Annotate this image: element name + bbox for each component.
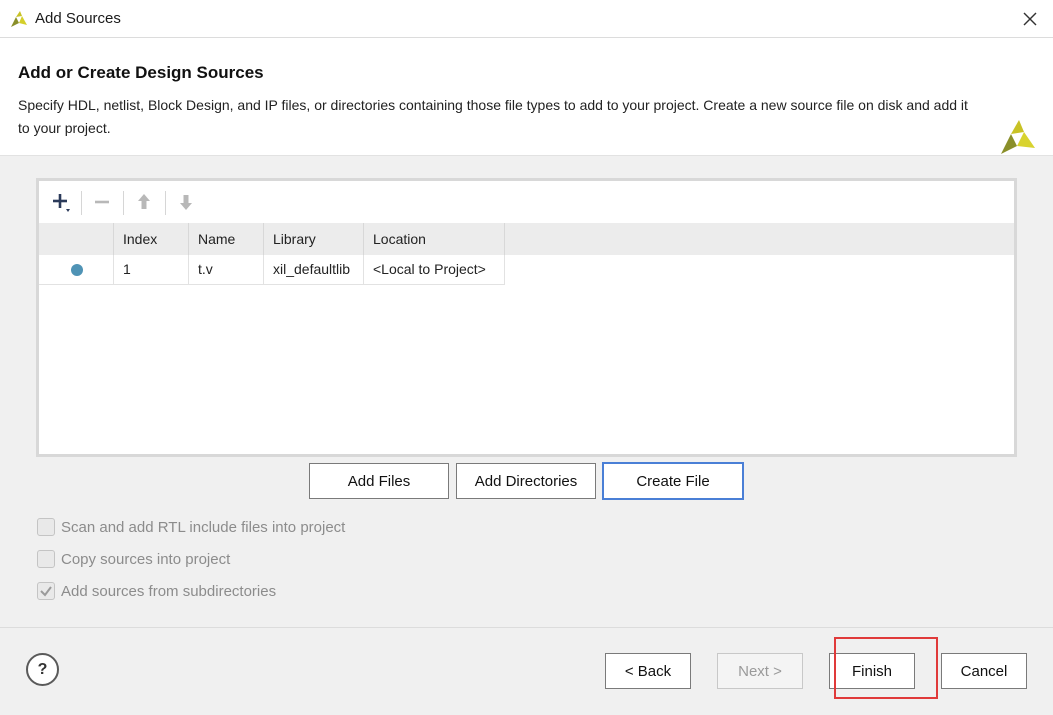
checkbox-box[interactable] — [37, 582, 55, 600]
scan-rtl-checkbox[interactable]: Scan and add RTL include files into proj… — [37, 517, 345, 537]
table-toolbar — [39, 181, 1014, 223]
page-description: Specify HDL, netlist, Block Design, and … — [18, 97, 968, 136]
library-cell[interactable]: xil_defaultlib — [264, 255, 364, 285]
copy-sources-checkbox[interactable]: Copy sources into project — [37, 549, 230, 569]
column-header-status[interactable] — [39, 223, 114, 255]
table-header: Index Name Library Location — [39, 223, 1014, 255]
close-icon[interactable] — [1019, 8, 1041, 30]
plus-icon[interactable] — [47, 189, 73, 215]
checkbox-label: Scan and add RTL include files into proj… — [61, 518, 346, 536]
page-title: Add or Create Design Sources — [18, 63, 264, 82]
page-header: Add or Create Design Sources Specify HDL… — [0, 38, 1053, 156]
status-dot-icon — [71, 264, 83, 276]
toolbar-divider — [81, 191, 82, 215]
window-title: Add Sources — [35, 10, 121, 27]
column-header-index[interactable]: Index — [114, 223, 189, 255]
toolbar-divider — [165, 191, 166, 215]
add-files-button[interactable]: Add Files — [309, 463, 449, 499]
next-button[interactable]: Next > — [717, 653, 803, 689]
table-row[interactable]: 1 t.v xil_defaultlib <Local to Project> — [39, 255, 1014, 285]
footer-divider — [0, 627, 1053, 628]
location-cell: <Local to Project> — [364, 255, 505, 285]
checkbox-box[interactable] — [37, 518, 55, 536]
column-header-location[interactable]: Location — [364, 223, 505, 255]
minus-icon[interactable] — [89, 189, 115, 215]
index-cell: 1 — [114, 255, 189, 285]
create-file-button[interactable]: Create File — [602, 462, 744, 500]
checkbox-label: Copy sources into project — [61, 550, 231, 568]
help-button[interactable]: ? — [26, 653, 59, 686]
status-cell — [39, 255, 114, 285]
checkbox-box[interactable] — [37, 550, 55, 568]
cancel-button[interactable]: Cancel — [941, 653, 1027, 689]
arrow-down-icon[interactable] — [173, 189, 199, 215]
column-header-name[interactable]: Name — [189, 223, 264, 255]
vivado-logo-icon — [9, 9, 29, 32]
arrow-up-icon[interactable] — [131, 189, 157, 215]
title-bar: Add Sources — [0, 0, 1053, 38]
add-directories-button[interactable]: Add Directories — [456, 463, 596, 499]
toolbar-divider — [123, 191, 124, 215]
add-subdirectories-checkbox[interactable]: Add sources from subdirectories — [37, 581, 276, 601]
sources-table: Index Name Library Location 1 t.v xil_de… — [36, 178, 1017, 457]
finish-highlight-box — [834, 637, 938, 699]
column-header-library[interactable]: Library — [264, 223, 364, 255]
name-cell: t.v — [189, 255, 264, 285]
back-button[interactable]: < Back — [605, 653, 691, 689]
checkmark-icon — [40, 586, 52, 597]
vivado-brand-icon — [997, 116, 1037, 159]
checkbox-label: Add sources from subdirectories — [61, 582, 277, 600]
